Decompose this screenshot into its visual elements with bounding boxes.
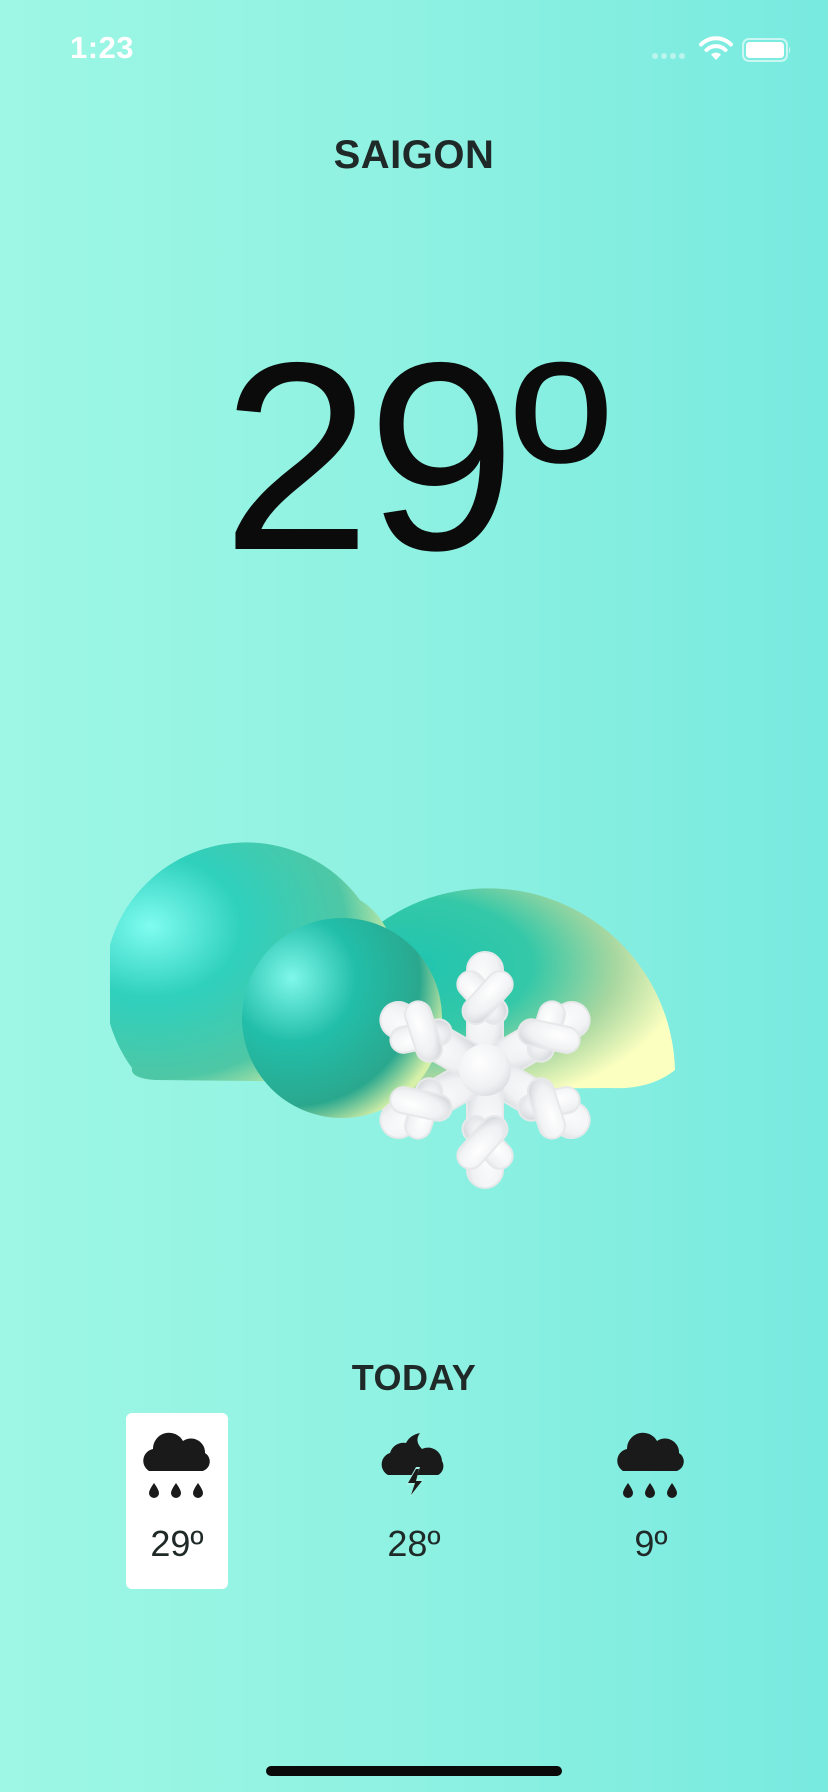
forecast-temp: 28º bbox=[387, 1523, 441, 1564]
forecast-temp: 9º bbox=[634, 1523, 668, 1564]
today-label: TODAY bbox=[351, 1357, 477, 1398]
battery-icon bbox=[742, 38, 791, 62]
forecast-temp: 29º bbox=[150, 1523, 204, 1564]
cloud-thunder-icon bbox=[381, 1433, 444, 1499]
forecast-item-2[interactable]: 28º bbox=[363, 1413, 465, 1589]
status-bar: 1:23 bbox=[0, 0, 828, 100]
home-indicator[interactable] bbox=[266, 1766, 562, 1776]
cellular-signal-icon bbox=[652, 53, 685, 59]
cloud-rain-icon bbox=[143, 1432, 210, 1498]
forecast-item-1[interactable]: 29º bbox=[126, 1413, 228, 1589]
wifi-icon bbox=[699, 36, 733, 60]
forecast-item-3[interactable]: 9º bbox=[600, 1413, 702, 1589]
city-name: SAIGON bbox=[333, 133, 495, 177]
cloud-rain-icon bbox=[617, 1432, 684, 1498]
today-forecast-list: 29º 28º 9º bbox=[0, 1413, 828, 1593]
current-temperature: 29º bbox=[222, 306, 610, 606]
status-time: 1:23 bbox=[70, 30, 135, 65]
cloud-snow-icon bbox=[110, 842, 675, 1189]
